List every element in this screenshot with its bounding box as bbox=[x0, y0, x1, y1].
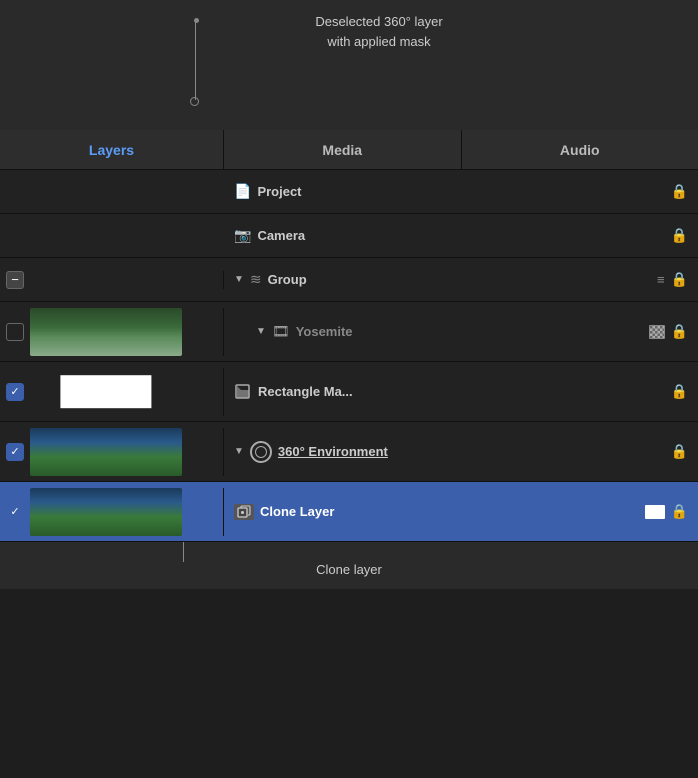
layer-name-rect-mask: Rectangle Ma... bbox=[258, 384, 665, 399]
lock-icon-clone: 🔒 bbox=[671, 503, 688, 520]
panel-header: Layers Media Audio bbox=[0, 130, 698, 170]
checkbox-rect-mask[interactable] bbox=[6, 383, 24, 401]
layer-right-project: 📄 Project 🔒 bbox=[224, 183, 698, 200]
top-annotation: Deselected 360° layer with applied mask bbox=[0, 0, 698, 130]
layer-left-rect-mask bbox=[0, 368, 224, 416]
checkbox-env360[interactable] bbox=[6, 443, 24, 461]
layer-right-clone: Clone Layer 🔒 bbox=[224, 503, 698, 520]
arrow-down-icon-group: ▼ bbox=[234, 274, 244, 285]
lock-icon-yosemite: 🔒 bbox=[671, 323, 688, 340]
thumbnail-env360 bbox=[30, 428, 182, 476]
env360-icon bbox=[250, 441, 272, 463]
lock-icon-env360: 🔒 bbox=[671, 443, 688, 460]
thumbnail-yosemite bbox=[30, 308, 182, 356]
layer-left-yosemite bbox=[0, 308, 224, 356]
arrow-down-icon-yosemite: ▼ bbox=[256, 326, 266, 337]
layer-right-camera: 📷 Camera 🔒 bbox=[224, 227, 698, 244]
lock-icon-group: 🔒 bbox=[671, 271, 688, 288]
layer-row-rect-mask[interactable]: Rectangle Ma... 🔒 bbox=[0, 362, 698, 422]
thumbnail-rect-mask bbox=[30, 368, 182, 416]
thumbnail-clone bbox=[30, 488, 182, 536]
checkbox-yosemite[interactable] bbox=[6, 323, 24, 341]
layers-panel: Layers Media Audio 📄 Project 🔒 📷 Camera … bbox=[0, 130, 698, 542]
checker-badge-yosemite bbox=[649, 325, 665, 339]
layer-row-clone[interactable]: Clone Layer 🔒 bbox=[0, 482, 698, 542]
checkbox-clone[interactable] bbox=[6, 503, 24, 521]
annotation-top-text: Deselected 360° layer with applied mask bbox=[315, 12, 442, 51]
white-square-badge-clone bbox=[645, 505, 665, 519]
layer-left-group bbox=[0, 271, 224, 289]
layer-name-env360: 360° Environment bbox=[278, 444, 665, 459]
layer-row-env360[interactable]: ▼ 360° Environment 🔒 bbox=[0, 422, 698, 482]
bottom-annotation: Clone layer bbox=[0, 542, 698, 589]
layer-name-group: Group bbox=[268, 272, 651, 287]
layer-row-camera[interactable]: 📷 Camera 🔒 bbox=[0, 214, 698, 258]
lock-icon-camera: 🔒 bbox=[671, 227, 688, 244]
layer-right-env360: ▼ 360° Environment 🔒 bbox=[224, 441, 698, 463]
camera-icon: 📷 bbox=[234, 227, 251, 244]
checkbox-group[interactable] bbox=[6, 271, 24, 289]
lock-icon-rect-mask: 🔒 bbox=[671, 383, 688, 400]
bottom-annotation-text: Clone layer bbox=[316, 562, 382, 577]
layer-row-yosemite[interactable]: ▼ 🎞 Yosemite 🔒 bbox=[0, 302, 698, 362]
layer-row-group[interactable]: ▼ ≋ Group ≡ 🔒 bbox=[0, 258, 698, 302]
lock-icon-project: 🔒 bbox=[671, 183, 688, 200]
layer-left-env360 bbox=[0, 428, 224, 476]
layer-name-project: Project bbox=[257, 184, 664, 199]
layer-name-yosemite: Yosemite bbox=[296, 324, 643, 339]
layer-right-yosemite: ▼ 🎞 Yosemite 🔒 bbox=[224, 323, 698, 340]
annotation-dot-bottom bbox=[190, 97, 199, 106]
group-stack-icon: ≋ bbox=[250, 271, 262, 288]
tab-layers[interactable]: Layers bbox=[0, 130, 224, 169]
tab-media[interactable]: Media bbox=[224, 130, 462, 169]
document-icon: 📄 bbox=[234, 183, 251, 200]
bottom-annotation-line bbox=[183, 542, 184, 562]
tab-audio[interactable]: Audio bbox=[462, 130, 698, 169]
film-icon-yosemite: 🎞 bbox=[272, 323, 290, 340]
rect-mask-icon bbox=[234, 383, 252, 401]
annotation-line-top bbox=[195, 20, 196, 100]
layer-right-group: ▼ ≋ Group ≡ 🔒 bbox=[224, 271, 698, 288]
clone-icon bbox=[234, 504, 254, 520]
layer-right-rect-mask: Rectangle Ma... 🔒 bbox=[224, 383, 698, 401]
group-extra-icon: ≡ bbox=[657, 272, 665, 287]
layer-left-clone bbox=[0, 488, 224, 536]
layer-name-camera: Camera bbox=[257, 228, 664, 243]
arrow-down-icon-env360: ▼ bbox=[234, 446, 244, 457]
layer-row-project[interactable]: 📄 Project 🔒 bbox=[0, 170, 698, 214]
layer-name-clone: Clone Layer bbox=[260, 504, 639, 519]
